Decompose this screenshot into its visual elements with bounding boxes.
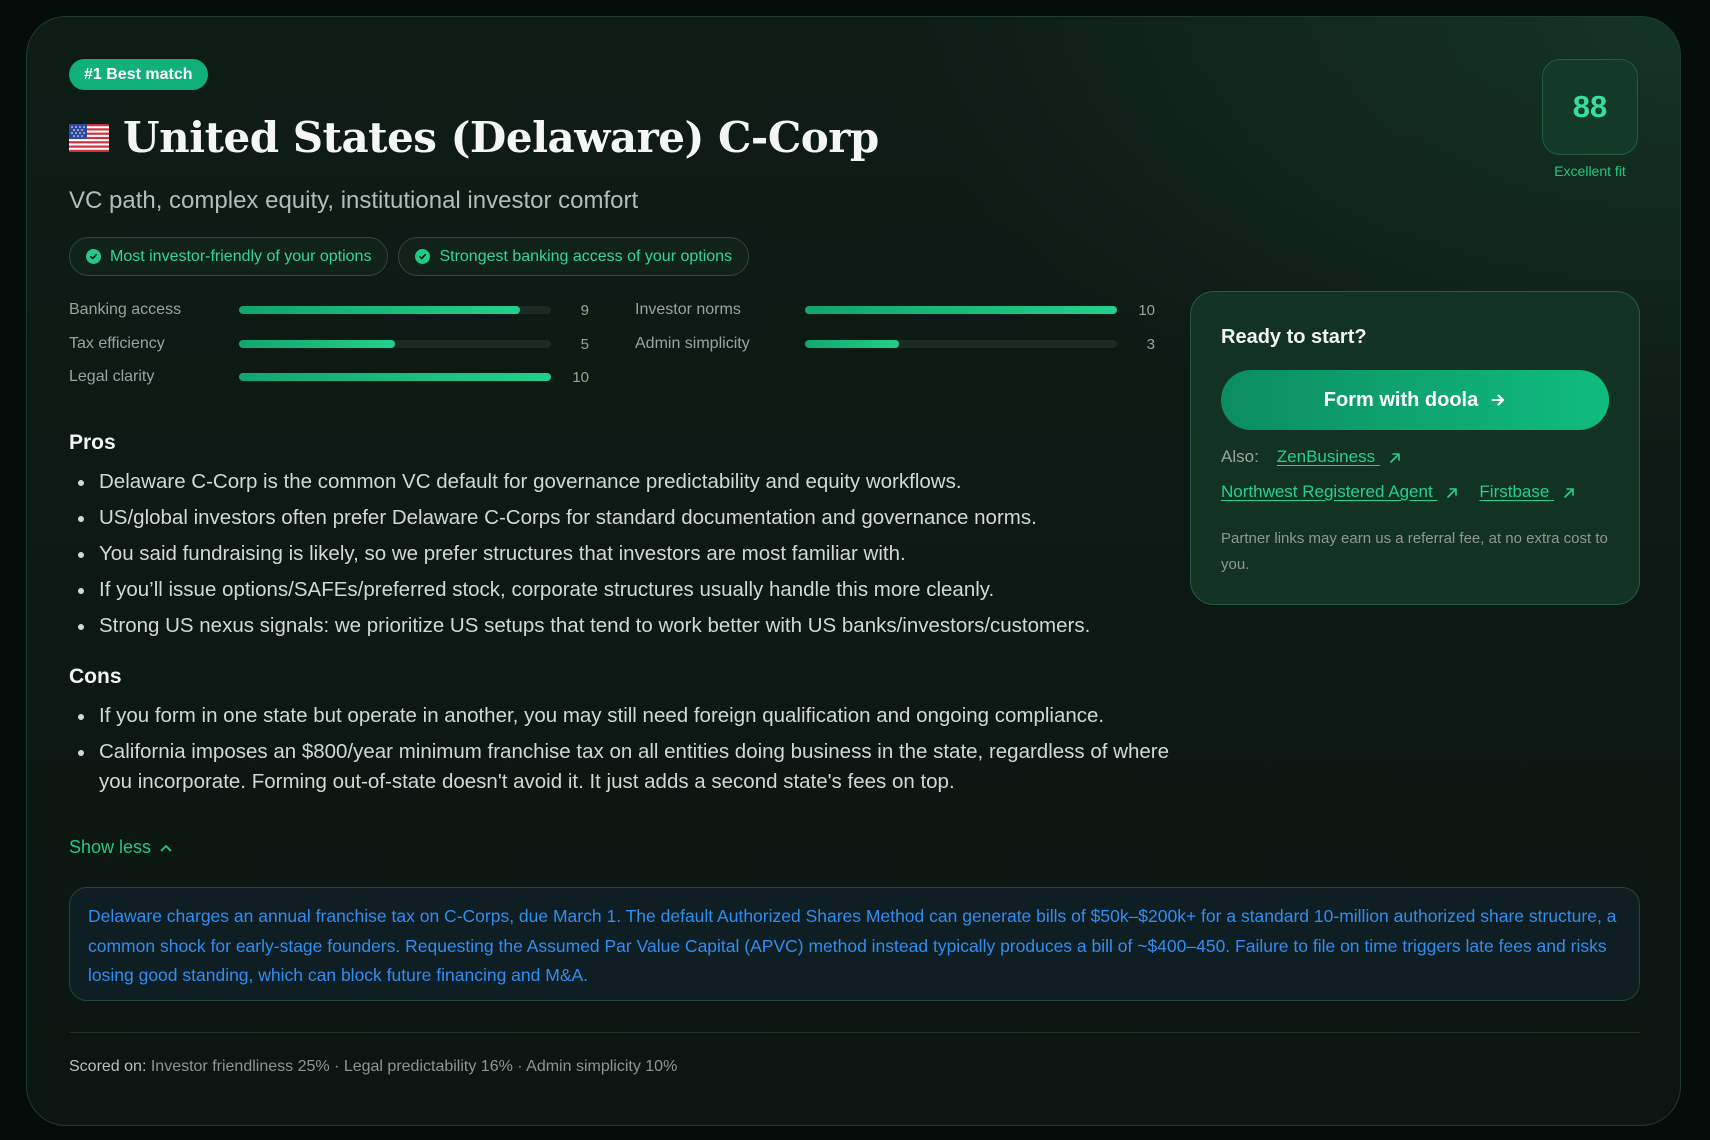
- check-circle-icon: [415, 249, 431, 264]
- list-item: If you’ll issue options/SAFEs/preferred …: [69, 575, 1189, 605]
- highlight-chips: Most investor-friendly of your options S…: [69, 237, 750, 276]
- arrow-right-icon: [1491, 394, 1505, 406]
- highlight-text: Most investor-friendly of your options: [110, 247, 372, 265]
- external-link-icon: [1564, 487, 1574, 498]
- metric-bar: [239, 306, 551, 314]
- metric-bar: [239, 340, 551, 348]
- cta-label: Form with doola: [1323, 388, 1479, 411]
- metric-value: 10: [1138, 301, 1155, 319]
- partner-links-row: Northwest Registered Agent Firstbase: [1221, 482, 1576, 502]
- external-link-icon: [1390, 452, 1400, 463]
- fit-score-label: Excellent fit: [1554, 163, 1626, 179]
- scored-on-footer: Scored on: Investor friendliness 25% · L…: [69, 1058, 677, 1076]
- list-item: Delaware C-Corp is the common VC default…: [69, 467, 1189, 497]
- highlight-chip: Most investor-friendly of your options: [69, 237, 389, 276]
- link-text: Firstbase: [1479, 482, 1550, 501]
- metric-label: Tax efficiency: [69, 335, 165, 352]
- metric-label: Admin simplicity: [635, 335, 750, 352]
- link-text: Northwest Registered Agent: [1221, 482, 1433, 501]
- metric-bar: [805, 340, 1117, 348]
- referral-disclaimer: Partner links may earn us a referral fee…: [1221, 530, 1608, 573]
- title-row: United States (Delaware) C-Corp: [69, 113, 879, 162]
- divider: [69, 1032, 1640, 1033]
- show-less-label: Show less: [69, 837, 152, 857]
- metric-bar-fill: [239, 340, 395, 348]
- form-with-doola-button[interactable]: Form with doola: [1221, 370, 1609, 430]
- highlight-text: Strongest banking access of your options: [439, 247, 733, 265]
- metric-value: 5: [580, 335, 589, 353]
- scored-on-text: Investor friendliness 25% · Legal predic…: [150, 1058, 678, 1075]
- also-label: Also:: [1221, 447, 1259, 466]
- cons-list: If you form in one state but operate in …: [69, 701, 1189, 803]
- subtitle: VC path, complex equity, institutional i…: [69, 187, 639, 214]
- metric-value: 9: [580, 301, 589, 319]
- ready-to-start-panel: Ready to start? Form with doola Also: Ze…: [1190, 291, 1640, 605]
- metric-label: Investor norms: [635, 301, 741, 318]
- external-link-icon: [1447, 487, 1458, 498]
- link-text: ZenBusiness: [1276, 447, 1376, 466]
- metric-bar: [805, 306, 1117, 314]
- franchise-tax-notice: Delaware charges an annual franchise tax…: [69, 887, 1640, 1001]
- panel-title: Ready to start?: [1221, 326, 1367, 348]
- highlight-chip: Strongest banking access of your options: [398, 237, 750, 276]
- show-less-toggle[interactable]: Show less: [69, 837, 173, 858]
- list-item: You said fundraising is likely, so we pr…: [69, 539, 1189, 569]
- also-row: Also: ZenBusiness: [1221, 447, 1402, 467]
- scored-on-label: Scored on:: [69, 1058, 147, 1075]
- list-item: Strong US nexus signals: we prioritize U…: [69, 611, 1189, 641]
- list-item: If you form in one state but operate in …: [69, 701, 1189, 731]
- partner-link-zenbusiness[interactable]: ZenBusiness: [1277, 447, 1402, 467]
- metric-label: Banking access: [69, 301, 182, 318]
- metric-tax-efficiency: Tax efficiency 5: [69, 335, 589, 353]
- cons-heading: Cons: [69, 665, 122, 688]
- metric-legal-clarity: Legal clarity 10: [69, 368, 589, 386]
- metric-bar-fill: [239, 373, 551, 381]
- us-flag-icon: [69, 123, 109, 152]
- recommendation-card: #1 Best match United States (Delaware) C…: [26, 16, 1681, 1126]
- list-item: US/global investors often prefer Delawar…: [69, 503, 1189, 533]
- partner-link-firstbase[interactable]: Firstbase: [1479, 482, 1576, 502]
- metric-bar-fill: [239, 306, 520, 314]
- fit-score: 88: [1542, 59, 1638, 155]
- metric-bar-fill: [805, 306, 1117, 314]
- metric-label: Legal clarity: [69, 368, 155, 385]
- metric-bar: [239, 373, 551, 381]
- page-title: United States (Delaware) C-Corp: [123, 113, 879, 162]
- list-item: California imposes an $800/year minimum …: [69, 737, 1189, 797]
- best-match-badge: #1 Best match: [69, 59, 208, 90]
- metric-bar-fill: [805, 340, 899, 348]
- check-circle-icon: [86, 249, 101, 264]
- partner-link-northwest[interactable]: Northwest Registered Agent: [1221, 482, 1459, 502]
- metric-value: 3: [1146, 335, 1155, 353]
- metric-admin-simplicity: Admin simplicity 3: [635, 335, 1155, 353]
- pros-list: Delaware C-Corp is the common VC default…: [69, 467, 1189, 647]
- chevron-up-icon: [160, 844, 172, 851]
- metric-banking-access: Banking access 9: [69, 301, 589, 319]
- metric-investor-norms: Investor norms 10: [635, 301, 1155, 319]
- pros-heading: Pros: [69, 431, 116, 454]
- metric-value: 10: [572, 368, 589, 386]
